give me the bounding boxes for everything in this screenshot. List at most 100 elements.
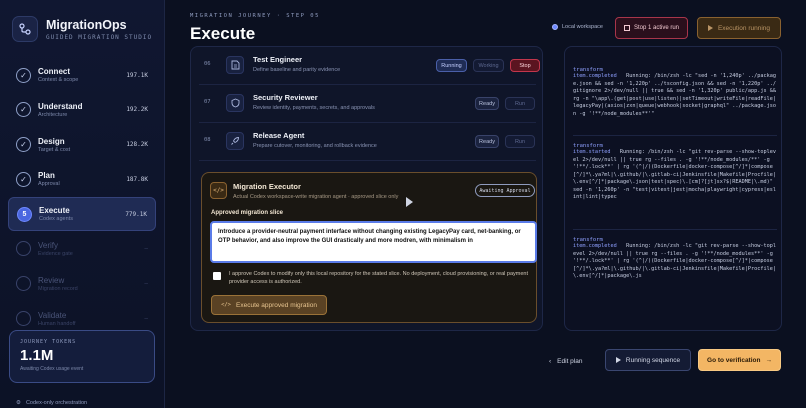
stop-active-run-button[interactable]: Stop 1 active run <box>615 17 688 39</box>
page-title: Execute <box>190 24 256 43</box>
sidebar-item-subtitle: Migration record <box>38 285 78 292</box>
approved-slice-input[interactable]: Introduce a provider-neutral payment int… <box>210 221 537 263</box>
check-icon: ✓ <box>16 67 31 83</box>
execution-running-button[interactable]: Execution running <box>697 17 781 39</box>
agent-description: Define baseline and parity evidence <box>253 67 341 73</box>
sidebar-item-title: Understand <box>38 101 83 111</box>
gear-icon: ⚙ <box>16 400 21 406</box>
sidebar-item-subtitle: Evidence gate <box>38 250 73 257</box>
sidebar-item-title: Review <box>38 275 65 285</box>
sidebar-item-count: 187.8K <box>126 175 148 183</box>
agent-name: Test Engineer <box>253 55 303 64</box>
execute-approved-migration-label: Execute approved migration <box>236 301 317 309</box>
cursor-icon <box>406 197 413 207</box>
sidebar-item-title: Design <box>38 136 65 146</box>
execute-approved-migration-button[interactable]: </> Execute approved migration <box>211 295 327 315</box>
sidebar-item-subtitle: Target & cost <box>38 146 71 153</box>
log-entry: transform item.completed Running: /bin/z… <box>573 237 777 281</box>
sidebar-item-count: 192.2K <box>126 106 148 114</box>
brand-name: MigrationOps <box>46 17 127 32</box>
agent-row-security-reviewer: 07 Security Reviewer Review identity, pa… <box>199 85 536 123</box>
stop-active-run-label: Stop 1 active run <box>633 25 680 31</box>
log-line: item.completed Running: /bin/zsh -lc "gi… <box>573 243 777 281</box>
sidebar-item-subtitle: Codex agents <box>39 216 73 223</box>
go-to-verification-label: Go to verification <box>707 356 761 364</box>
sidebar-item-connect[interactable]: ✓ Connect Context & scope 197.1K <box>8 58 156 92</box>
status-badge: Ready <box>475 97 499 110</box>
sidebar-item-count: 779.1K <box>125 210 147 218</box>
stop-agent-button[interactable]: Stop <box>510 59 540 72</box>
pending-circle-icon <box>16 241 31 257</box>
edit-plan-button[interactable]: ‹ Edit plan <box>549 354 582 368</box>
workspace-label: Local workspace <box>562 24 603 30</box>
sidebar-item-count: — <box>144 245 148 253</box>
document-icon <box>226 56 244 74</box>
sidebar-item-title: Execute <box>39 206 70 216</box>
radio-selected-icon <box>552 24 558 30</box>
sidebar-item-title: Validate <box>38 310 67 320</box>
orchestration-label: Codex-only orchestration <box>25 400 88 406</box>
sidebar-item-title: Connect <box>38 67 70 76</box>
agent-number: 08 <box>204 137 211 143</box>
sidebar-item-understand[interactable]: ✓ Understand Architecture 192.2K <box>8 93 156 127</box>
pending-circle-icon <box>16 276 31 292</box>
log-event: item.started <box>573 149 611 155</box>
log-entry: transform item.completed Running: /bin/z… <box>573 67 777 118</box>
journey-nav: ✓ Connect Context & scope 197.1K ✓ Unders… <box>8 58 156 336</box>
running-sequence-button[interactable]: Running sequence <box>605 349 691 371</box>
running-sequence-label: Running sequence <box>625 356 681 364</box>
play-icon <box>707 25 713 31</box>
sidebar-item-design[interactable]: ✓ Design Target & cost 128.2K <box>8 128 156 162</box>
edit-plan-label: Edit plan <box>557 357 583 365</box>
status-badge: Running <box>436 59 467 72</box>
sidebar-item-execute[interactable]: 5 Execute Codex agents 779.1K <box>8 197 156 232</box>
log-line: item.completed Running: /bin/zsh -lc "se… <box>573 73 777 118</box>
sidebar-item-count: 128.2K <box>126 141 148 149</box>
go-to-verification-button[interactable]: Go to verification → <box>698 349 781 371</box>
slice-label: Approved migration slice <box>211 210 284 216</box>
agent-number: 06 <box>204 61 211 67</box>
agent-row-release-agent: 08 Release Agent Prepare cutover, monito… <box>199 123 536 161</box>
tokens-status: Awaiting Codex usage event <box>20 366 84 372</box>
brand: MigrationOps GUIDED MIGRATION STUDIO <box>12 16 152 42</box>
executor-title: Migration Executor <box>233 182 301 191</box>
tokens-value: 1.1M <box>20 347 54 364</box>
shield-icon <box>226 94 244 112</box>
workspace-toggle[interactable]: Local workspace <box>552 24 603 30</box>
breadcrumb: MIGRATION JOURNEY · STEP 05 <box>190 13 320 19</box>
step-number-icon: 5 <box>17 206 32 222</box>
agent-name: Release Agent <box>253 131 305 140</box>
arrow-right-icon: → <box>765 356 772 364</box>
migration-executor-card: </> Migration Executor Actual Codex work… <box>201 172 537 323</box>
agent-number: 07 <box>204 99 211 105</box>
agents-panel: 06 Test Engineer Define baseline and par… <box>190 46 543 331</box>
run-agent-button[interactable]: Run <box>505 97 535 110</box>
sidebar: MigrationOps GUIDED MIGRATION STUDIO ✓ C… <box>0 0 165 408</box>
rocket-icon <box>226 132 244 150</box>
main-content: MIGRATION JOURNEY · STEP 05 Execute Loca… <box>165 0 806 408</box>
log-event: item.completed <box>573 243 617 249</box>
journey-tokens-card: JOURNEY TOKENS 1.1M Awaiting Codex usage… <box>9 330 155 383</box>
run-agent-button[interactable]: Run <box>505 135 535 148</box>
sidebar-item-title: Verify <box>38 240 59 250</box>
orchestration-footer: ⚙ Codex-only orchestration <box>16 400 87 406</box>
sidebar-item-verify[interactable]: Verify Evidence gate — <box>8 232 156 266</box>
code-icon: </> <box>221 302 231 308</box>
log-divider <box>573 135 777 136</box>
sidebar-item-count: 197.1K <box>126 71 148 79</box>
sidebar-item-review[interactable]: Review Migration record — <box>8 267 156 301</box>
agent-description: Prepare cutover, monitoring, and rollbac… <box>253 143 377 149</box>
execution-running-label: Execution running <box>717 24 771 32</box>
event-log-panel[interactable]: transform item.completed Running: /bin/z… <box>564 46 782 331</box>
agent-row-test-engineer: 06 Test Engineer Define baseline and par… <box>199 47 540 85</box>
sidebar-item-subtitle: Human handoff <box>38 320 76 327</box>
pending-circle-icon <box>16 311 31 327</box>
sidebar-item-subtitle: Context & scope <box>38 77 79 83</box>
log-divider <box>573 229 777 230</box>
status-badge: Ready <box>475 135 499 148</box>
code-icon: </> <box>210 182 227 199</box>
log-entry: transform item.started Running: /bin/zsh… <box>573 143 777 202</box>
sidebar-item-plan[interactable]: ✓ Plan Approval 187.8K <box>8 162 156 196</box>
sidebar-item-subtitle: Approval <box>38 181 60 188</box>
approval-checkbox[interactable] <box>213 272 221 280</box>
